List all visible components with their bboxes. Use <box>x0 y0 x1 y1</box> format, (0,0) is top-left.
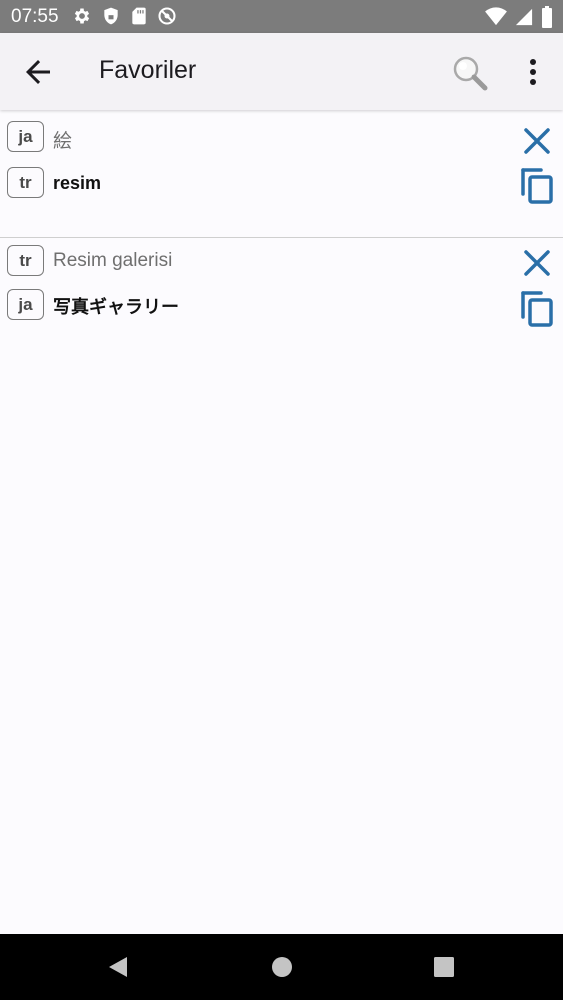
source-lang-badge: ja <box>7 121 44 152</box>
source-text: Resim galerisi <box>53 250 173 271</box>
status-time: 07:55 <box>11 6 59 27</box>
do-not-disturb-icon <box>158 7 176 25</box>
sd-card-icon <box>132 7 146 25</box>
copy-button[interactable] <box>519 166 555 204</box>
page-title: Favoriler <box>99 56 197 84</box>
gear-icon <box>74 8 90 24</box>
copy-icon <box>521 291 553 327</box>
close-icon <box>524 250 550 276</box>
close-icon <box>524 128 550 154</box>
home-circle-icon <box>272 957 292 977</box>
shield-icon <box>104 7 118 25</box>
favorite-item[interactable]: ja 絵 tr resim <box>0 115 563 238</box>
system-nav-bar <box>0 934 563 1000</box>
remove-favorite-button[interactable] <box>519 245 555 281</box>
copy-button[interactable] <box>519 289 555 327</box>
battery-icon <box>542 6 552 28</box>
app-bar: Favoriler <box>0 33 563 110</box>
recents-square-icon <box>434 957 454 977</box>
nav-back-button[interactable] <box>107 956 129 978</box>
arrow-back-icon <box>26 60 50 84</box>
more-options-button[interactable] <box>519 55 547 89</box>
search-button[interactable] <box>450 53 490 93</box>
nav-home-button[interactable] <box>271 956 293 978</box>
status-bar: 07:55 <box>0 0 563 33</box>
search-icon <box>453 56 488 91</box>
back-button[interactable] <box>20 54 56 90</box>
source-lang-badge: tr <box>7 245 44 276</box>
target-text: resim <box>53 173 102 193</box>
nav-recents-button[interactable] <box>433 956 455 978</box>
favorite-item[interactable]: tr Resim galerisi ja 写真ギャラリー <box>0 238 563 358</box>
target-text: 写真ギャラリー <box>53 297 179 317</box>
copy-icon <box>521 168 553 204</box>
source-text: 絵 <box>53 131 73 152</box>
favorites-list: ja 絵 tr resim tr Resim galerisi ja 写真ギャラ… <box>0 115 563 358</box>
target-lang-badge: ja <box>7 289 44 320</box>
wifi-icon <box>485 7 507 26</box>
remove-favorite-button[interactable] <box>519 123 555 159</box>
target-lang-badge: tr <box>7 167 44 198</box>
back-triangle-icon <box>109 957 127 977</box>
more-vert-icon <box>530 59 536 85</box>
signal-icon <box>515 8 533 26</box>
